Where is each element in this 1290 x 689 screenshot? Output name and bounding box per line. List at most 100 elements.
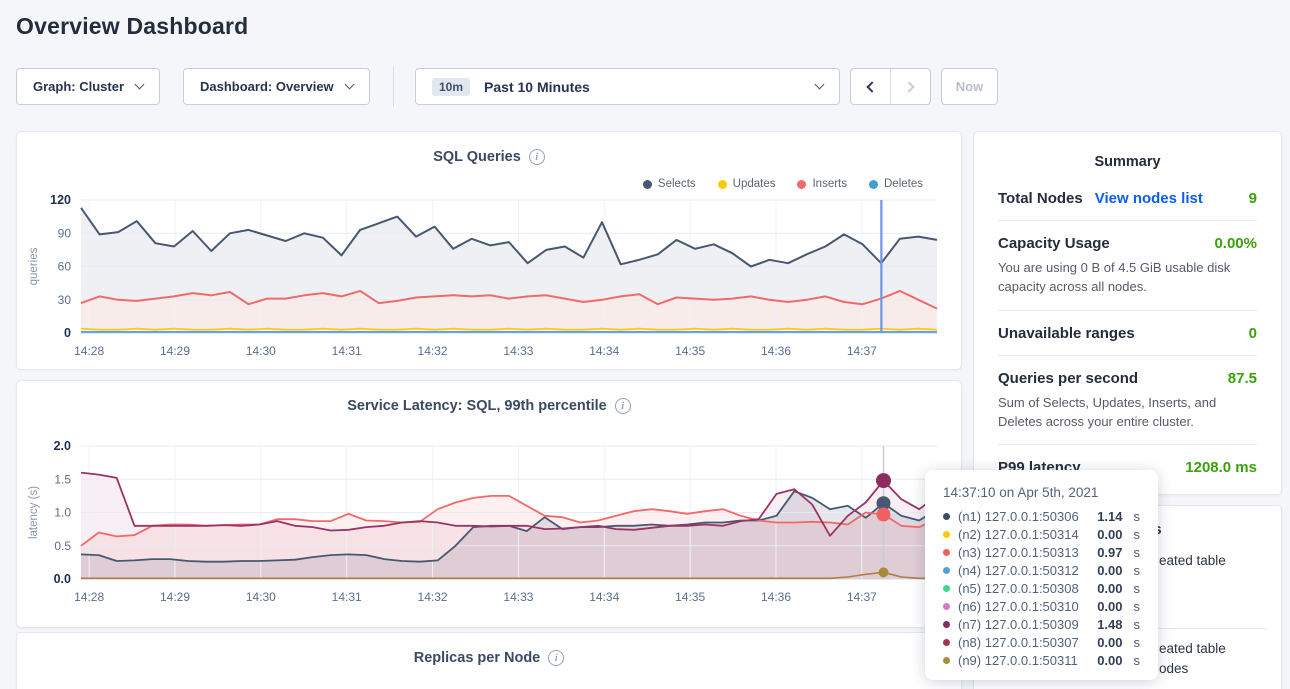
- tooltip-node-value: 1.48: [1097, 617, 1122, 632]
- svg-text:14:30: 14:30: [246, 590, 276, 604]
- svg-text:0.0: 0.0: [54, 572, 71, 586]
- legend-item: Inserts: [797, 178, 847, 190]
- tooltip-node-unit: s: [1134, 545, 1141, 560]
- tooltip-node-unit: s: [1134, 617, 1141, 632]
- tooltip-node-value: 0.00: [1097, 563, 1122, 578]
- legend-item: Selects: [643, 178, 696, 190]
- now-button[interactable]: Now: [941, 68, 998, 105]
- svg-text:14:31: 14:31: [332, 344, 362, 358]
- time-range-label: Past 10 Minutes: [484, 79, 590, 95]
- total-nodes-label: Total Nodes: [998, 190, 1083, 207]
- total-nodes-value: 9: [1249, 190, 1257, 207]
- chevron-right-icon: [903, 81, 914, 92]
- chevron-down-icon: [344, 80, 354, 90]
- tooltip-node-label: (n4) 127.0.0.1:50312: [958, 563, 1089, 578]
- tooltip-node-unit: s: [1134, 581, 1141, 596]
- dashboard-dropdown[interactable]: Dashboard: Overview: [183, 68, 370, 105]
- tooltip-node-value: 0.00: [1097, 581, 1122, 596]
- svg-text:queries: queries: [28, 247, 40, 285]
- tooltip-node-unit: s: [1134, 653, 1141, 668]
- page-title: Overview Dashboard: [16, 13, 248, 40]
- svg-text:14:36: 14:36: [761, 344, 791, 358]
- svg-text:14:33: 14:33: [503, 590, 533, 604]
- tooltip-row: (n7) 127.0.0.1:50309 1.48 s: [943, 615, 1140, 633]
- tooltip-rows: (n1) 127.0.0.1:50306 1.14 s (n2) 127.0.0.1:…: [943, 507, 1140, 669]
- svg-text:14:32: 14:32: [418, 344, 448, 358]
- node-dot-icon: [943, 567, 950, 574]
- svg-text:14:36: 14:36: [761, 590, 791, 604]
- tooltip-row: (n1) 127.0.0.1:503061.14s: [943, 507, 1140, 525]
- graph-dropdown[interactable]: Graph: Cluster: [16, 68, 160, 105]
- chevron-down-icon: [135, 80, 145, 90]
- tooltip-node-value: 1.14: [1097, 509, 1122, 524]
- svg-text:14:31: 14:31: [332, 590, 362, 604]
- tooltip-row: (n5) 127.0.0.1:50308 0.00 s: [943, 579, 1140, 597]
- node-dot-icon: [943, 621, 950, 628]
- time-nav-group: [850, 68, 931, 105]
- event-text-fragment: eated table: [1159, 641, 1226, 656]
- capacity-label: Capacity Usage: [998, 235, 1110, 252]
- time-next-button[interactable]: [891, 69, 930, 104]
- tooltip-row: (n8) 127.0.0.1:503070.00s: [943, 633, 1140, 651]
- tooltip-node-label: (n6) 127.0.0.1:50310: [958, 599, 1089, 614]
- svg-text:14:28: 14:28: [74, 344, 104, 358]
- node-dot-icon: [943, 585, 950, 592]
- qps-value: 87.5: [1228, 370, 1257, 387]
- node-dot-icon: [943, 657, 950, 664]
- qps-desc: Sum of Selects, Updates, Inserts, and De…: [998, 394, 1257, 432]
- tooltip-node-value: 0.00: [1097, 599, 1122, 614]
- sql-legend: Selects Updates Inserts Deletes: [643, 178, 923, 190]
- tooltip-row: (n9) 127.0.0.1:503110.00s: [943, 651, 1140, 669]
- node-dot-icon: [943, 639, 950, 646]
- time-prev-button[interactable]: [851, 69, 891, 104]
- summary-row-unavailable: Unavailable ranges 0: [998, 311, 1257, 356]
- legend-label: Deletes: [884, 178, 923, 190]
- legend-dot-icon: [718, 180, 727, 189]
- chart-title-text: Replicas per Node: [414, 650, 541, 666]
- tooltip-node-label: (n7) 127.0.0.1:50309: [958, 617, 1089, 632]
- info-icon[interactable]: i: [529, 149, 545, 165]
- tooltip-node-value: 0.00: [1097, 527, 1122, 542]
- svg-text:14:33: 14:33: [503, 344, 533, 358]
- replicas-panel: Replicas per Node i: [16, 632, 962, 689]
- unavailable-ranges-value: 0: [1249, 325, 1257, 342]
- legend-label: Inserts: [812, 178, 847, 190]
- tooltip-row: (n4) 127.0.0.1:503120.00s: [943, 561, 1140, 579]
- sql-queries-panel: SQL Queries i Selects Updates Inserts Delet…: [16, 131, 962, 370]
- summary-title: Summary: [974, 132, 1281, 170]
- tooltip-node-label: (n1) 127.0.0.1:50306: [958, 509, 1089, 524]
- summary-row-total-nodes: Total Nodes View nodes list 9: [998, 176, 1257, 221]
- svg-text:14:32: 14:32: [418, 590, 448, 604]
- dashboard-dropdown-label: Dashboard: Overview: [200, 79, 334, 94]
- legend-label: Updates: [733, 178, 776, 190]
- tooltip-node-label: (n8) 127.0.0.1:50307: [958, 635, 1089, 650]
- time-range-selector[interactable]: 10m Past 10 Minutes: [415, 68, 840, 105]
- tooltip-row: (n3) 127.0.0.1:503130.97s: [943, 543, 1140, 561]
- replicas-title: Replicas per Node i: [17, 650, 961, 666]
- svg-text:14:30: 14:30: [246, 344, 276, 358]
- sql-queries-chart[interactable]: 030609012014:2814:2914:3014:3114:3214:33…: [17, 190, 963, 368]
- info-icon[interactable]: i: [548, 650, 564, 666]
- svg-text:14:29: 14:29: [160, 344, 190, 358]
- node-dot-icon: [943, 549, 950, 556]
- legend-dot-icon: [797, 180, 806, 189]
- latency-chart[interactable]: 0.00.51.01.52.014:2814:2914:3014:3114:32…: [17, 431, 963, 626]
- tooltip-node-value: 0.97: [1097, 545, 1122, 560]
- latency-panel: Service Latency: SQL, 99th percentile i …: [16, 380, 962, 628]
- tooltip-node-label: (n5) 127.0.0.1:50308: [958, 581, 1089, 596]
- view-nodes-list-link[interactable]: View nodes list: [1095, 190, 1203, 207]
- p99-latency-value: 1208.0 ms: [1185, 459, 1257, 476]
- svg-text:90: 90: [58, 226, 72, 240]
- sql-queries-title: SQL Queries i: [17, 149, 961, 165]
- svg-text:2.0: 2.0: [54, 439, 71, 453]
- summary-row-capacity: Capacity Usage 0.00% You are using 0 B o…: [998, 221, 1257, 311]
- chart-title-text: SQL Queries: [433, 149, 521, 165]
- unavailable-ranges-label: Unavailable ranges: [998, 325, 1135, 342]
- chevron-down-icon: [815, 80, 825, 90]
- tooltip-node-label: (n2) 127.0.0.1:50314: [958, 527, 1089, 542]
- latency-title: Service Latency: SQL, 99th percentile i: [17, 398, 961, 414]
- svg-text:14:35: 14:35: [675, 590, 705, 604]
- info-icon[interactable]: i: [615, 398, 631, 414]
- tooltip-node-label: (n9) 127.0.0.1:50311: [958, 653, 1089, 668]
- tooltip-row: (n6) 127.0.0.1:503100.00s: [943, 597, 1140, 615]
